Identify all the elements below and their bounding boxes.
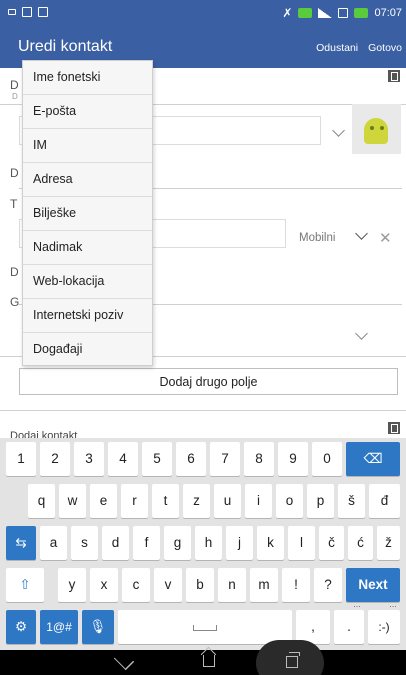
key-r[interactable]: r	[121, 484, 148, 518]
keyboard: 1 2 3 4 5 6 7 8 9 0 ⌫ q w e r t z u i o …	[0, 438, 406, 650]
key-w[interactable]: w	[59, 484, 86, 518]
key-b[interactable]: b	[186, 568, 214, 602]
menu-item-phonetic-name[interactable]: Ime fonetski	[23, 61, 152, 95]
screen: ✗ 07:07 Uredi kontakt Odustani Gotovo D …	[0, 0, 406, 675]
section-phone-letter: T	[10, 197, 18, 211]
microphone-icon: 🎙	[89, 619, 107, 634]
space-key[interactable]	[118, 610, 292, 644]
tab-key[interactable]: ⇆	[6, 526, 36, 560]
key-k[interactable]: k	[257, 526, 284, 560]
back-icon[interactable]	[113, 649, 135, 671]
key-8[interactable]: 8	[244, 442, 274, 476]
symbols-key[interactable]: 1@#	[40, 610, 78, 644]
divider	[0, 410, 406, 411]
menu-item-im[interactable]: IM	[23, 129, 152, 163]
chevron-down-icon[interactable]	[332, 124, 345, 137]
key-d[interactable]: d	[102, 526, 129, 560]
account-icon[interactable]	[388, 70, 400, 82]
android-icon	[364, 118, 388, 144]
navigation-bar	[0, 640, 406, 675]
chevron-down-icon[interactable]	[355, 227, 368, 240]
key-j[interactable]: j	[226, 526, 253, 560]
key-c-caron[interactable]: č	[319, 526, 344, 560]
key-z[interactable]: z	[183, 484, 210, 518]
menu-item-nickname[interactable]: Nadimak	[23, 231, 152, 265]
menu-item-internet-call[interactable]: Internetski poziv	[23, 299, 152, 333]
key-c[interactable]: c	[122, 568, 150, 602]
key-1[interactable]: 1	[6, 442, 36, 476]
backspace-key[interactable]: ⌫	[346, 442, 400, 476]
menu-item-notes[interactable]: Bilješke	[23, 197, 152, 231]
more-hint-icon: …	[389, 600, 397, 609]
home-icon[interactable]	[203, 655, 215, 667]
key-g[interactable]: g	[164, 526, 191, 560]
add-field-button[interactable]: Dodaj drugo polje	[19, 368, 398, 395]
key-exclamation[interactable]: !	[282, 568, 310, 602]
key-x[interactable]: x	[90, 568, 118, 602]
key-z-caron[interactable]: ž	[377, 526, 400, 560]
key-6[interactable]: 6	[176, 442, 206, 476]
menu-item-address[interactable]: Adresa	[23, 163, 152, 197]
gear-icon: ⚙	[14, 619, 28, 634]
key-7[interactable]: 7	[210, 442, 240, 476]
key-y[interactable]: y	[58, 568, 86, 602]
section-letter: D	[10, 265, 19, 279]
key-question[interactable]: ?	[314, 568, 342, 602]
key-a[interactable]: a	[40, 526, 67, 560]
key-h[interactable]: h	[195, 526, 222, 560]
key-s-caron[interactable]: š	[338, 484, 365, 518]
key-q[interactable]: q	[28, 484, 55, 518]
period-label: .	[347, 619, 351, 634]
more-hint-icon: …	[353, 600, 361, 609]
key-i[interactable]: i	[245, 484, 272, 518]
next-key[interactable]: Next	[346, 568, 400, 602]
section-group-letter: G	[10, 295, 20, 309]
key-4[interactable]: 4	[108, 442, 138, 476]
contact-photo[interactable]	[352, 104, 401, 154]
space-icon	[193, 625, 217, 631]
key-period[interactable]: . …	[334, 601, 364, 644]
shift-icon: ⇧	[19, 577, 31, 592]
key-9[interactable]: 9	[278, 442, 308, 476]
settings-key[interactable]: ⚙	[6, 610, 36, 644]
microphone-key[interactable]: 🎙	[82, 610, 114, 644]
key-comma[interactable]: ,	[296, 610, 330, 644]
key-t[interactable]: t	[152, 484, 179, 518]
key-m[interactable]: m	[250, 568, 278, 602]
key-s[interactable]: s	[71, 526, 98, 560]
key-e[interactable]: e	[90, 484, 117, 518]
phone-type-label[interactable]: Mobilni	[299, 232, 335, 244]
menu-item-website[interactable]: Web-lokacija	[23, 265, 152, 299]
key-u[interactable]: u	[214, 484, 241, 518]
key-l[interactable]: l	[288, 526, 315, 560]
key-0[interactable]: 0	[312, 442, 342, 476]
account-icon[interactable]	[388, 422, 400, 434]
backspace-icon: ⌫	[363, 451, 383, 466]
key-3[interactable]: 3	[74, 442, 104, 476]
key-n[interactable]: n	[218, 568, 246, 602]
key-o[interactable]: o	[276, 484, 303, 518]
key-v[interactable]: v	[154, 568, 182, 602]
tab-icon: ⇆	[15, 535, 27, 550]
smiley-label: :-)	[378, 620, 390, 634]
key-p[interactable]: p	[307, 484, 334, 518]
recents-icon[interactable]	[286, 652, 300, 668]
key-d-stroke[interactable]: đ	[369, 484, 400, 518]
menu-item-events[interactable]: Događaji	[23, 333, 152, 367]
chevron-down-icon[interactable]	[355, 327, 368, 340]
section-account-sub: D	[12, 92, 18, 101]
shift-key[interactable]: ⇧	[6, 568, 44, 602]
key-2[interactable]: 2	[40, 442, 70, 476]
close-icon[interactable]: ✕	[379, 229, 392, 247]
key-5[interactable]: 5	[142, 442, 172, 476]
add-field-menu: Ime fonetski E-pošta IM Adresa Bilješke …	[22, 60, 153, 366]
key-f[interactable]: f	[133, 526, 160, 560]
menu-item-email[interactable]: E-pošta	[23, 95, 152, 129]
key-c-acute[interactable]: ć	[348, 526, 373, 560]
section-letter: D	[10, 166, 19, 180]
smiley-key[interactable]: :-) …	[368, 601, 400, 644]
section-account-letter: D	[10, 78, 19, 92]
